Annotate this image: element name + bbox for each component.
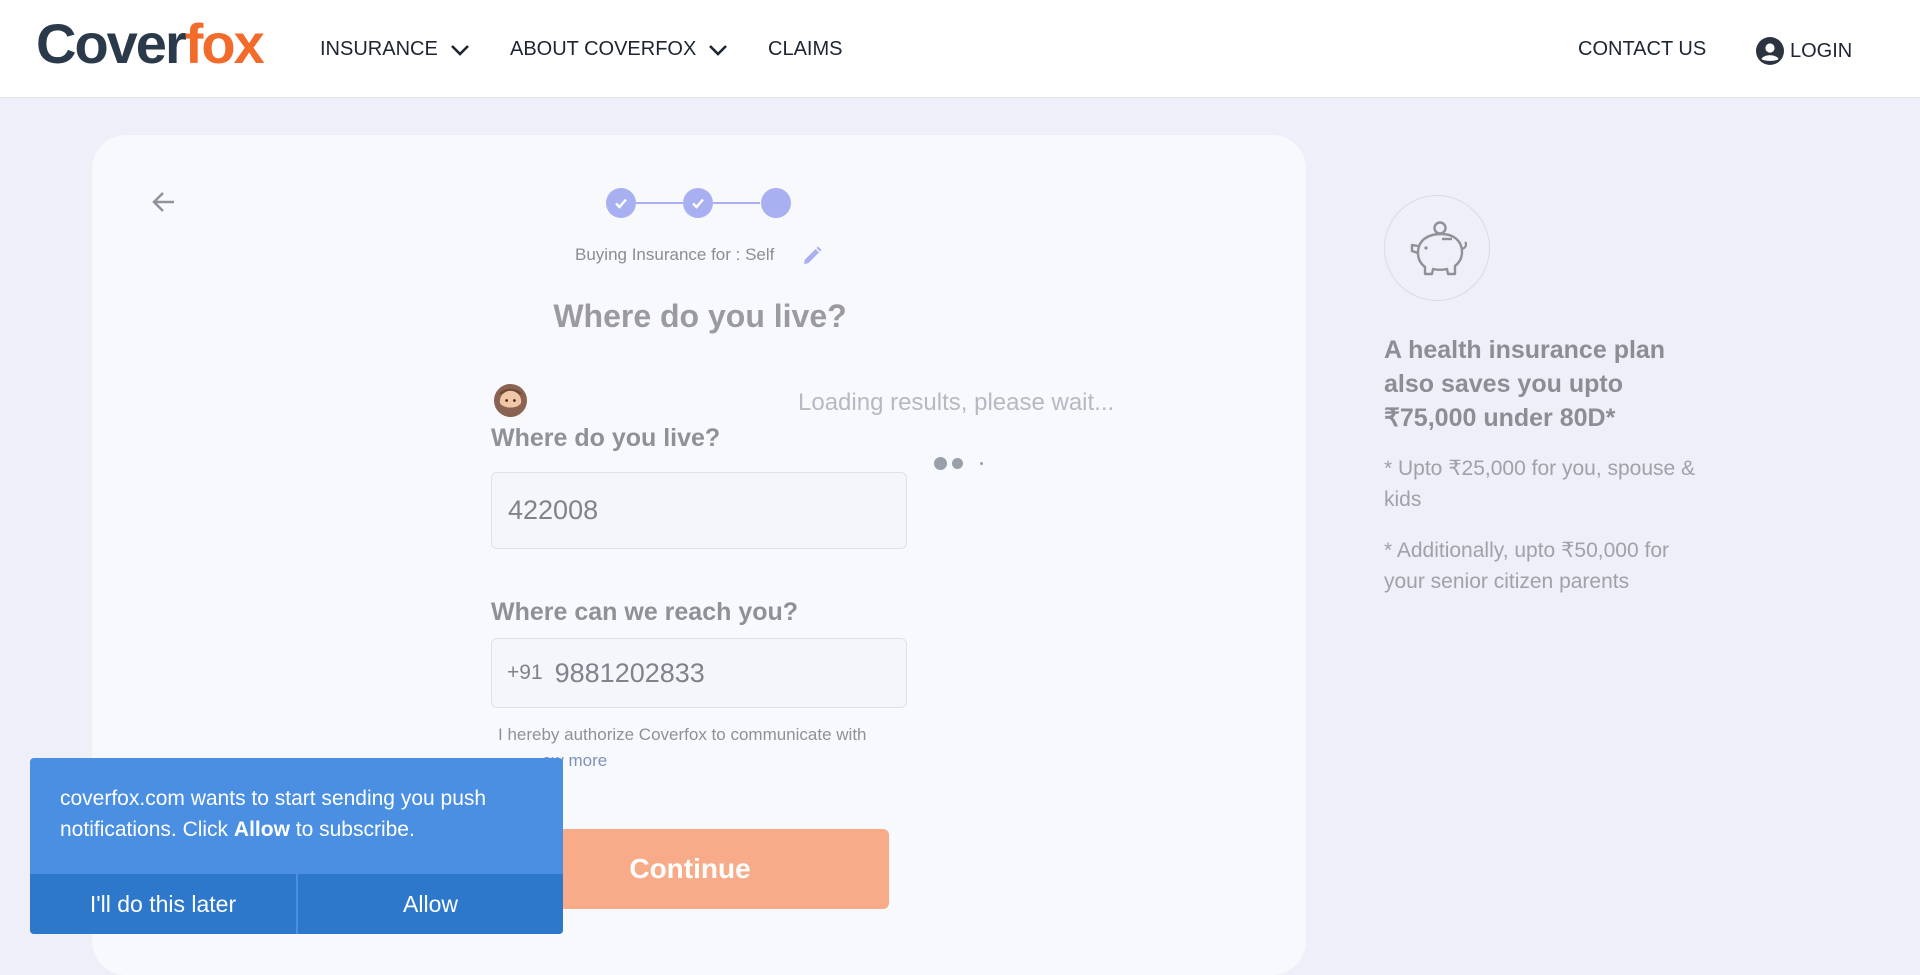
pincode-input[interactable] [491,472,907,549]
tax-benefit-note-2: * Additionally, upto ₹50,000 for your se… [1384,539,1669,593]
progress-stepper [606,188,791,218]
country-code: +91 [507,661,543,684]
nav-about[interactable]: ABOUT COVERFOX [510,38,728,61]
piggy-bank-icon [1410,221,1468,276]
step-connector [713,202,760,204]
check-icon [615,198,627,209]
nav-insurance-label: INSURANCE [320,38,438,60]
page-heading: Where do you live? [553,298,847,334]
nav-claims[interactable]: CLAIMS [768,38,842,61]
back-arrow-icon[interactable] [150,188,178,216]
tax-benefit-note-1: * Upto ₹25,000 for you, spouse & kids [1384,457,1696,511]
header: Coverfox INSURANCE ABOUT COVERFOX CLAIMS… [0,0,1920,98]
pencil-icon[interactable] [800,244,824,268]
step-1-complete [606,188,636,218]
piggy-bank-badge [1384,195,1490,301]
step-2-complete [683,188,713,218]
coverfox-logo[interactable]: Coverfox [36,12,265,75]
chevron-down-icon [450,44,469,56]
consent-text: I hereby authorize Coverfox to communica… [498,725,867,744]
nav-claims-label: CLAIMS [768,38,843,60]
notification-allow-button[interactable]: Allow [298,874,563,934]
logo-fox: fox [184,12,265,75]
buying-for-text: Buying Insurance for : Self [575,245,775,264]
nav-about-label: ABOUT COVERFOX [510,38,697,60]
chevron-down-icon [709,44,728,56]
phone-input[interactable] [552,656,857,690]
step-connector [636,202,683,204]
check-icon [692,198,704,209]
loading-text: Loading results, please wait... [798,389,1115,416]
avatar-icon [493,383,528,418]
nav-contact[interactable]: CONTACT US [1578,38,1706,61]
notification-message: coverfox.com wants to start sending you … [60,783,530,845]
tax-benefit-headline: A health insurance plan also saves you u… [1384,336,1666,432]
notification-message-end: to subscribe. [289,818,415,841]
phone-label: Where can we reach you? [491,598,799,626]
login-button[interactable]: LOGIN [1750,37,1852,65]
spinner-dot [934,457,947,470]
user-circle-icon [1756,37,1784,65]
step-3-current [761,188,791,218]
phone-field[interactable]: +91 [491,638,907,708]
spinner-dot [952,458,963,469]
push-notification-prompt: coverfox.com wants to start sending you … [30,758,563,934]
notification-message-allow: Allow [233,818,290,841]
logo-cover: Cover [36,12,187,75]
nav-insurance[interactable]: INSURANCE [320,38,470,61]
notification-later-button[interactable]: I'll do this later [30,874,296,934]
pincode-label: Where do you live? [491,424,721,452]
login-label: LOGIN [1790,39,1853,62]
nav-contact-label: CONTACT US [1578,38,1707,60]
spinner-dot [980,462,983,465]
